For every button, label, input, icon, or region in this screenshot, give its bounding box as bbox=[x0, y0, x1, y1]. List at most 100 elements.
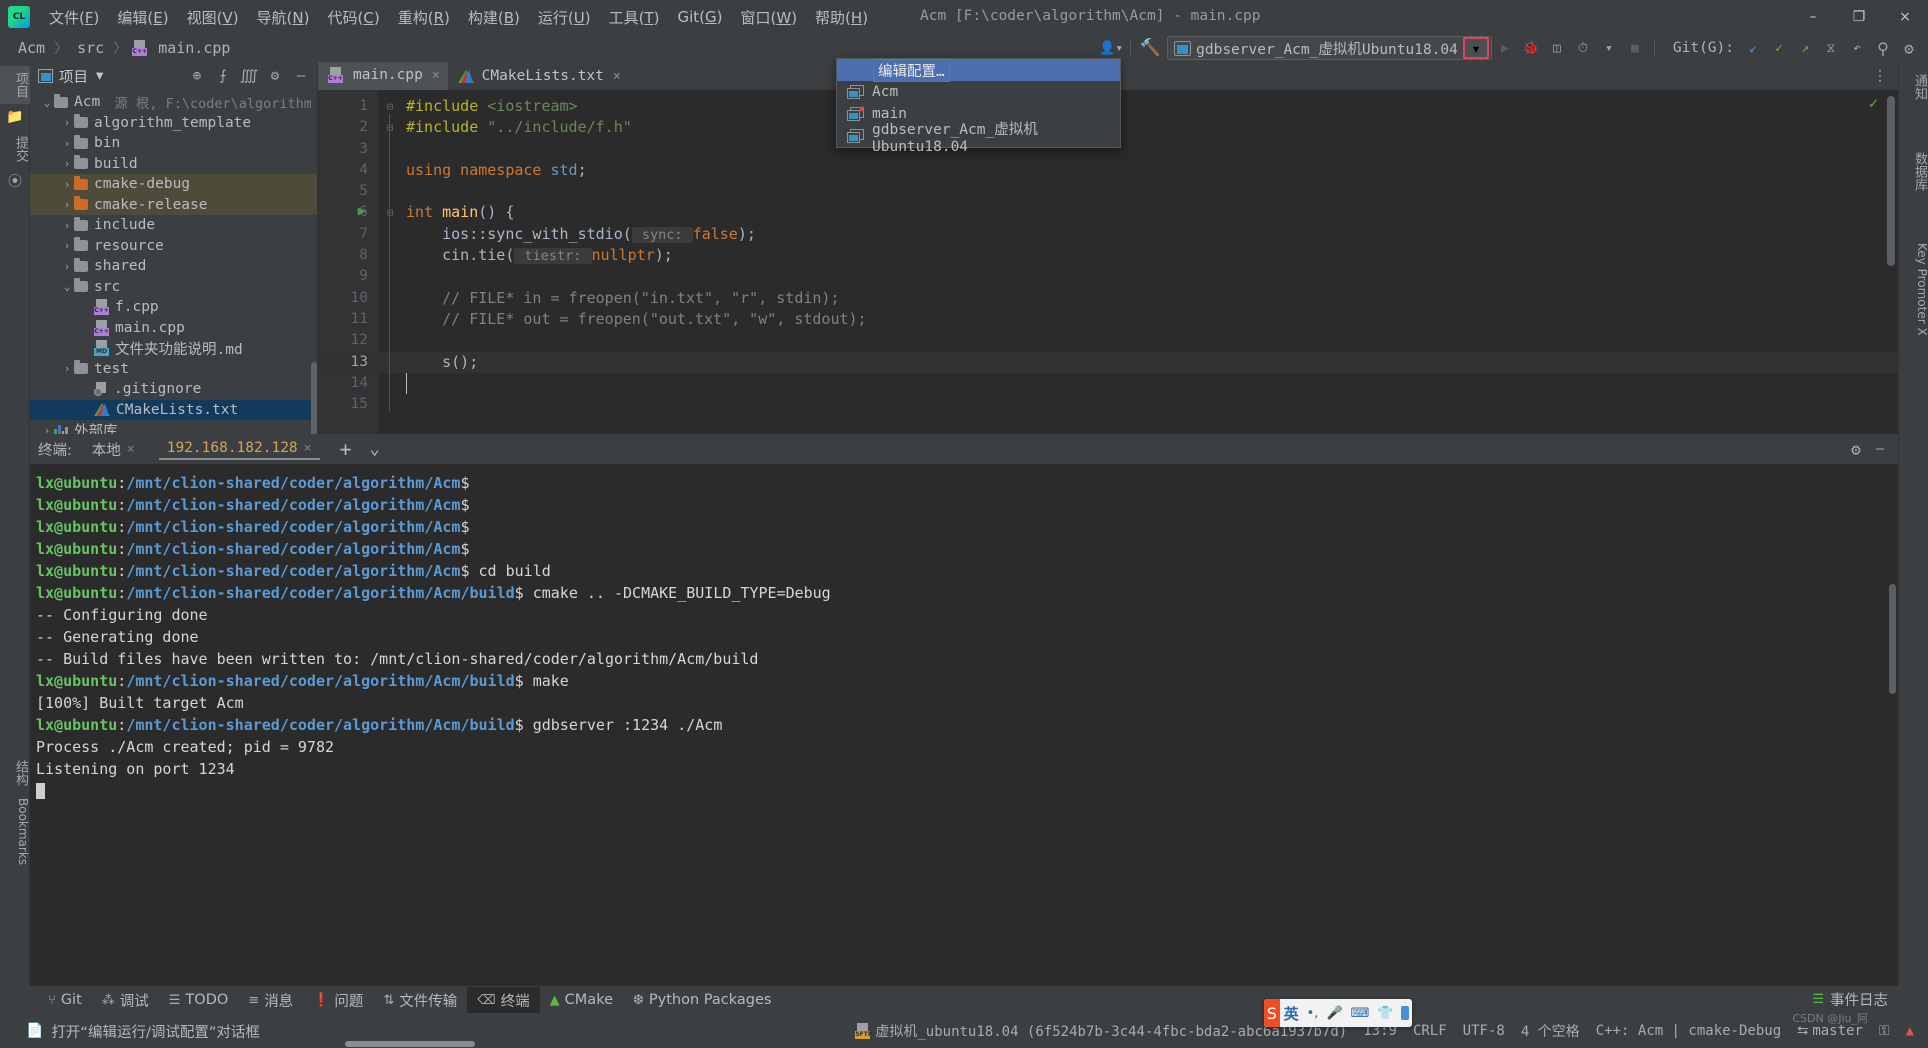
maximize-button[interactable]: ❐ bbox=[1836, 0, 1882, 34]
tree-node-build[interactable]: › build bbox=[30, 154, 317, 175]
menu-item-2[interactable]: 视图(V) bbox=[178, 3, 248, 32]
breadcrumb-item-src[interactable]: src bbox=[73, 38, 108, 58]
more-options-icon[interactable]: ⋮ bbox=[1868, 65, 1892, 87]
sidebar-item-key-promoter-x[interactable]: Key Promoter X bbox=[1899, 237, 1928, 342]
chevron-toggle-icon[interactable]: › bbox=[60, 198, 74, 211]
debug-button[interactable]: 🐞 bbox=[1518, 36, 1544, 60]
close-icon[interactable]: × bbox=[127, 442, 135, 457]
menu-item-8[interactable]: 工具(T) bbox=[600, 3, 669, 32]
chevron-toggle-icon[interactable]: › bbox=[60, 137, 74, 150]
chevron-toggle-icon[interactable]: › bbox=[60, 239, 74, 252]
code-line-2[interactable]: #include "../include/f.h" bbox=[378, 117, 1898, 138]
hide-panel-icon[interactable]: — bbox=[1868, 438, 1892, 460]
bottom-tool-[interactable]: ⇅ 文件传输 bbox=[373, 987, 467, 1013]
run-configuration-selector[interactable]: gdbserver_Acm_虚拟机Ubuntu18.04 ▾ bbox=[1167, 36, 1492, 60]
run-gutter-icon[interactable]: ▶ bbox=[350, 203, 366, 219]
code-line-5[interactable] bbox=[378, 181, 1898, 202]
tree-node-f.cpp[interactable]: C++ f.cpp bbox=[30, 297, 317, 318]
horizontal-scrollbar[interactable] bbox=[345, 1041, 475, 1047]
sidebar-item-project[interactable]: 项目 bbox=[0, 66, 30, 104]
tree-node-cmake-release[interactable]: › cmake-release bbox=[30, 194, 317, 215]
hammer-build-icon[interactable]: 🔨 bbox=[1137, 36, 1163, 60]
code-line-13[interactable]: s(); bbox=[378, 351, 1898, 373]
bottom-tool-CMake[interactable]: ▲ CMake bbox=[540, 987, 623, 1013]
close-button[interactable]: × bbox=[1882, 0, 1928, 34]
tree-node-algorithm_template[interactable]: › algorithm_template bbox=[30, 113, 317, 134]
close-icon[interactable]: × bbox=[432, 68, 440, 83]
editor-gutter[interactable]: 1 2 3 4 5 6 7 8 9 10 11 12 13 14 15 ▶ bbox=[318, 90, 378, 434]
editor-tab-CMakeListstxt[interactable]: CMakeLists.txt × bbox=[448, 62, 629, 90]
chevron-toggle-icon[interactable]: › bbox=[60, 157, 74, 170]
terminal-scrollbar[interactable] bbox=[1889, 584, 1896, 694]
keyboard-icon[interactable]: ⌨ bbox=[1347, 1006, 1374, 1021]
code-line-15[interactable] bbox=[378, 394, 1898, 415]
new-terminal-tab-button[interactable]: + bbox=[332, 435, 360, 463]
run-config-menu-item-0[interactable]: 编辑配置… bbox=[837, 58, 1120, 82]
menu-item-9[interactable]: Git(G) bbox=[668, 4, 731, 30]
tree-node-.md[interactable]: MD 文件夹功能说明.md bbox=[30, 338, 317, 359]
menu-item-4[interactable]: 代码(C) bbox=[319, 3, 389, 32]
menu-item-6[interactable]: 构建(B) bbox=[459, 3, 529, 32]
bottom-tool-PythonPackages[interactable]: ❆ Python Packages bbox=[623, 987, 781, 1013]
bottom-tool-[interactable]: ≡ 消息 bbox=[238, 987, 303, 1013]
code-line-11[interactable]: // FILE* out = freopen("out.txt", "w", s… bbox=[378, 309, 1898, 330]
terminal-tab-list-icon[interactable]: ⌄ bbox=[362, 437, 388, 461]
sidebar-item-bookmarks[interactable]: Bookmarks bbox=[0, 792, 30, 871]
tree-node-bin[interactable]: › bin bbox=[30, 133, 317, 154]
code-line-12[interactable] bbox=[378, 330, 1898, 351]
code-line-7[interactable]: ios::sync_with_stdio( sync: false); bbox=[378, 224, 1898, 245]
attach-process-button[interactable]: ◫ bbox=[1544, 36, 1570, 60]
skin-icon[interactable]: 👕 bbox=[1373, 1006, 1397, 1021]
chevron-toggle-icon[interactable]: › bbox=[60, 219, 74, 232]
git-push-icon[interactable]: ↗ bbox=[1792, 36, 1818, 60]
expand-all-icon[interactable]: ⨍ bbox=[211, 65, 235, 87]
breadcrumb-item-project[interactable]: Acm bbox=[14, 38, 49, 58]
fold-marker[interactable]: ⊟ bbox=[378, 117, 402, 138]
terminal-tab-remote[interactable]: 192.168.182.128 × bbox=[158, 438, 320, 460]
bottom-tool-TODO[interactable]: ☰ TODO bbox=[159, 987, 239, 1013]
bottom-tool-[interactable]: ⁂ 调试 bbox=[92, 987, 159, 1013]
line-separator[interactable]: CRLF bbox=[1413, 1023, 1447, 1039]
event-log-button[interactable]: ☰ 事件日志 bbox=[1812, 989, 1888, 1010]
bottom-tool-[interactable]: ⌫ 终端 bbox=[467, 987, 540, 1013]
tree-node-include[interactable]: › include bbox=[30, 215, 317, 236]
chevron-toggle-icon[interactable]: › bbox=[60, 178, 74, 191]
user-account-icon[interactable]: 👤▾ bbox=[1098, 36, 1124, 60]
settings-gear-icon[interactable]: ⚙ bbox=[263, 65, 287, 87]
menu-item-5[interactable]: 重构(R) bbox=[389, 3, 459, 32]
code-folding-column[interactable]: ⊟ ⊟ ⊟ bbox=[378, 96, 402, 415]
menu-item-3[interactable]: 导航(N) bbox=[248, 3, 319, 32]
microphone-icon[interactable]: 🎤 bbox=[1322, 1006, 1346, 1021]
code-line-10[interactable]: // FILE* in = freopen("in.txt", "r", std… bbox=[378, 288, 1898, 309]
chevron-toggle-icon[interactable]: › bbox=[60, 260, 74, 273]
chevron-toggle-icon[interactable]: › bbox=[60, 116, 74, 129]
run-config-menu-item-3[interactable]: gdbserver_Acm_虚拟机Ubuntu18.04 bbox=[837, 122, 1120, 155]
settings-gear-icon[interactable]: ⚙ bbox=[1844, 438, 1868, 460]
indent-setting[interactable]: 4 个空格 bbox=[1521, 1021, 1580, 1041]
lock-icon[interactable]: ⚿ bbox=[1879, 1023, 1890, 1039]
close-icon[interactable]: × bbox=[613, 69, 621, 84]
stop-button[interactable]: ■ bbox=[1622, 36, 1648, 60]
folder-icon[interactable]: 📁 bbox=[0, 104, 30, 130]
run-configuration-dropdown-arrow[interactable]: ▾ bbox=[1462, 37, 1489, 59]
tree-node-src[interactable]: ⌄ src bbox=[30, 277, 317, 298]
notification-icon[interactable]: ▲ bbox=[1906, 1023, 1914, 1039]
menu-item-1[interactable]: 编辑(E) bbox=[108, 3, 177, 32]
git-update-icon[interactable]: ↙ bbox=[1740, 36, 1766, 60]
settings-gear-icon[interactable]: ⚙ bbox=[1896, 36, 1922, 60]
sidebar-item-commit[interactable]: 提交 bbox=[0, 130, 30, 168]
run-config-menu-item-1[interactable]: Acm bbox=[837, 81, 1120, 103]
git-history-icon[interactable]: ⧖ bbox=[1818, 36, 1844, 60]
apps-icon[interactable] bbox=[1400, 1006, 1409, 1020]
bottom-tool-[interactable]: ❗ 问题 bbox=[303, 987, 373, 1013]
commit-icon[interactable]: ⦿ bbox=[0, 168, 30, 194]
terminal-output[interactable]: lx@ubuntu:/mnt/clion-shared/coder/algori… bbox=[30, 464, 1898, 986]
sidebar-item-notifications[interactable]: 通知 bbox=[1899, 68, 1928, 106]
profiler-button[interactable]: ▾ bbox=[1596, 36, 1622, 60]
editor-scrollbar[interactable] bbox=[1887, 96, 1895, 266]
minimize-button[interactable]: – bbox=[1790, 0, 1836, 34]
toolchain-selector[interactable]: C++: Acm | cmake-Debug bbox=[1596, 1023, 1781, 1039]
sidebar-item-database[interactable]: 数据库 bbox=[1899, 146, 1928, 197]
ime-mode-label[interactable]: 英 bbox=[1280, 1003, 1303, 1024]
project-tree[interactable]: ⌄ Acm 源 根, F:\coder\algorithm\Ac › algorithm… bbox=[30, 90, 317, 441]
